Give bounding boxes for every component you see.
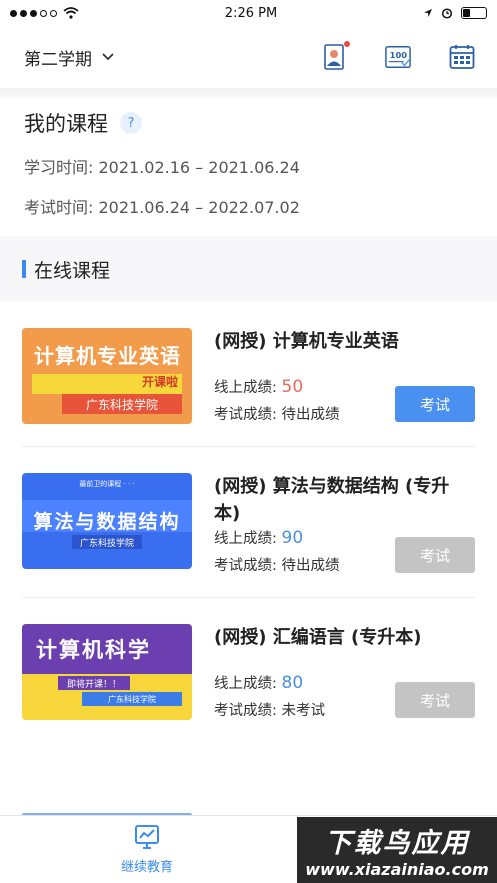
exam-button[interactable]: 考试 <box>395 537 475 573</box>
online-score-line: 线上成绩: 90 <box>214 528 304 548</box>
thumbnail-title: 计算机专业英语 <box>34 344 181 368</box>
thumbnail-tag: 即将开课！！ <box>58 676 130 690</box>
course-thumbnail: 计算机科学 即将开课！！ 广东科技学院 <box>22 624 192 720</box>
battery-icon <box>460 7 487 19</box>
online-score-value: 80 <box>281 673 304 693</box>
course-card[interactable]: 计算机科学 即将开课！！ 广东科技学院 (网授) 汇编语言 (专升本) 线上成绩… <box>22 598 475 742</box>
semester-label: 第二学期 <box>24 49 92 70</box>
exam-score-value: 待出成绩 <box>281 558 340 574</box>
course-name: (网授) 算法与数据结构 (专升本) <box>214 476 450 524</box>
watermark: 下载鸟应用 www.xiazainiao.com <box>297 817 497 883</box>
my-courses-panel: 我的课程 ? 学习时间: 2021.02.16 – 2021.06.24 考试时… <box>0 98 497 236</box>
id-card-icon <box>324 44 344 70</box>
exam-time: 考试时间: 2021.06.24 – 2022.07.02 <box>24 198 300 217</box>
thumbnail-school: 广东科技学院 <box>62 394 182 414</box>
online-courses-header: 在线课程 <box>0 236 497 302</box>
online-score-line: 线上成绩: 80 <box>214 673 304 693</box>
profile-card-button[interactable] <box>321 41 350 70</box>
score-block: 线上成绩: 50 考试成绩: 待出成绩 考试 <box>214 376 475 424</box>
thumbnail-tagline: 最前卫的课程 · · · <box>79 480 135 488</box>
chevron-down-icon <box>102 53 114 61</box>
signal-strength-icon <box>10 9 57 17</box>
course-info: (网授) 计算机专业英语 线上成绩: 50 考试成绩: 待出成绩 考试 <box>214 328 475 424</box>
thumbnail-title: 计算机科学 <box>36 638 151 662</box>
notification-dot <box>344 41 350 47</box>
top-nav: 第二学期 100 <box>0 26 497 88</box>
course-card[interactable]: 计算机专业英语 开课啦 广东科技学院 (网授) 计算机专业英语 线上成绩: 50… <box>22 302 475 447</box>
chart-screen-icon <box>135 825 159 849</box>
course-list: 计算机专业英语 开课啦 广东科技学院 (网授) 计算机专业英语 线上成绩: 50… <box>0 302 497 742</box>
calendar-icon <box>449 45 475 69</box>
my-courses-header: 我的课程 ? <box>24 98 473 148</box>
signal-group <box>10 7 79 19</box>
score-block: 线上成绩: 90 考试成绩: 待出成绩 考试 <box>214 527 475 575</box>
status-right <box>423 7 487 19</box>
header-divider <box>0 88 497 98</box>
calendar-button[interactable] <box>449 44 475 70</box>
course-name: (网授) 计算机专业英语 <box>214 331 399 352</box>
course-name: (网授) 汇编语言 (专升本) <box>214 627 422 648</box>
exam-score-line: 考试成绩: 待出成绩 <box>214 558 340 574</box>
thumbnail-school: 广东科技学院 <box>72 535 142 549</box>
location-arrow-icon <box>423 9 432 17</box>
wifi-icon <box>63 7 79 19</box>
section-title: 在线课程 <box>34 259 111 282</box>
exam-score-line: 考试成绩: 未考试 <box>214 703 326 719</box>
course-thumbnail: 计算机专业英语 开课啦 广东科技学院 <box>22 328 192 424</box>
exam-score-value: 未考试 <box>281 703 326 719</box>
score-sheet-icon: 100 <box>385 46 411 68</box>
thumbnail-title: 算法与数据结构 <box>33 511 181 533</box>
tab-label: 继续教育 <box>120 860 173 875</box>
online-score-line: 线上成绩: 50 <box>214 377 304 397</box>
course-thumbnail: 最前卫的课程 · · · 算法与数据结构 广东科技学院 <box>22 473 192 569</box>
scores: 线上成绩: 90 考试成绩: 待出成绩 <box>214 527 340 575</box>
course-card[interactable]: 最前卫的课程 · · · 算法与数据结构 广东科技学院 (网授) 算法与数据结构… <box>22 447 475 598</box>
watermark-title: 下载鸟应用 <box>324 828 470 859</box>
online-score-value: 90 <box>281 528 304 548</box>
exam-button[interactable]: 考试 <box>395 682 475 718</box>
svg-text:100: 100 <box>390 50 408 60</box>
thumbnail-subtitle: 开课啦 <box>141 375 178 389</box>
exam-score-line: 考试成绩: 待出成绩 <box>214 407 340 423</box>
status-bar: 2:26 PM <box>0 0 497 26</box>
alarm-icon <box>441 8 453 19</box>
nav-actions: 100 <box>321 41 475 70</box>
online-score-value: 50 <box>281 377 304 397</box>
exam-button[interactable]: 考试 <box>395 386 475 422</box>
score-block: 线上成绩: 80 考试成绩: 未考试 考试 <box>214 672 475 720</box>
scores: 线上成绩: 80 考试成绩: 未考试 <box>214 672 325 720</box>
study-time: 学习时间: 2021.02.16 – 2021.06.24 <box>24 158 300 177</box>
course-info: (网授) 算法与数据结构 (专升本) 线上成绩: 90 考试成绩: 待出成绩 考… <box>214 473 475 575</box>
tab-continuing-education[interactable]: 继续教育 <box>97 824 197 875</box>
scores-button[interactable]: 100 <box>385 44 411 70</box>
help-icon[interactable]: ? <box>120 112 142 134</box>
course-info: (网授) 汇编语言 (专升本) 线上成绩: 80 考试成绩: 未考试 考试 <box>214 624 475 720</box>
status-time: 2:26 PM <box>224 5 278 21</box>
semester-selector[interactable]: 第二学期 <box>24 45 114 70</box>
watermark-url: www.xiazainiao.com <box>305 860 489 879</box>
page-title: 我的课程 <box>24 112 108 136</box>
thumbnail-school: 广东科技学院 <box>82 692 182 706</box>
section-marker <box>22 260 26 278</box>
scores: 线上成绩: 50 考试成绩: 待出成绩 <box>214 376 340 424</box>
exam-score-value: 待出成绩 <box>281 407 340 423</box>
